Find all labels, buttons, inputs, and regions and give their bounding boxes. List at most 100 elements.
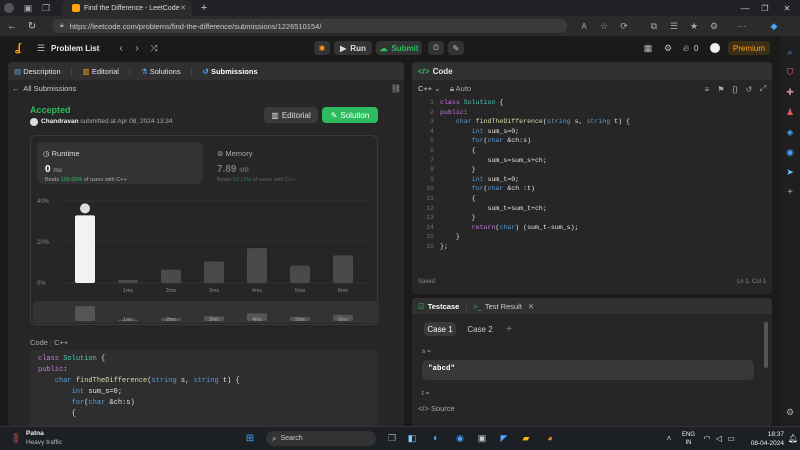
case-2-tab[interactable]: Case 2 <box>464 322 496 336</box>
teams-icon[interactable]: ◧ <box>406 432 418 444</box>
tab-test-result[interactable]: Test Result <box>485 302 522 311</box>
tools-icon[interactable]: ✚ <box>784 86 796 98</box>
tab-editorial[interactable]: ▥ Editorial <box>83 67 119 76</box>
edge-icon[interactable]: ◐ <box>430 432 442 444</box>
all-submissions-link[interactable]: ← All Submissions <box>12 84 76 93</box>
refresh-page-icon[interactable]: ⟳ <box>618 20 630 32</box>
submit-button[interactable]: ☁ Submit <box>376 41 422 55</box>
sidebar-settings-icon[interactable]: ⚙ <box>784 406 796 418</box>
chrome-icon[interactable]: ◕ <box>544 432 556 444</box>
tab-actions-icon[interactable]: ❐ <box>40 2 52 14</box>
tab-solutions-label: Solutions <box>149 66 181 76</box>
code-preview[interactable]: class Solution {public: char findTheDiff… <box>30 350 378 426</box>
tab-testcase[interactable]: Testcase <box>428 302 460 311</box>
collections-icon[interactable]: ☰ <box>668 20 680 32</box>
notification-bell-icon[interactable]: 🔔︎ <box>788 433 798 443</box>
next-problem-icon[interactable]: › <box>132 42 142 54</box>
tray-chevron-up-icon[interactable]: ˄ <box>664 433 674 443</box>
maximize-icon[interactable]: ❐ <box>758 2 772 14</box>
reset-icon[interactable]: ↺ <box>744 84 754 94</box>
user-avatar[interactable] <box>710 43 720 53</box>
shopping-icon[interactable]: ⛉ <box>784 66 796 78</box>
task-view-icon[interactable]: ❐ <box>386 432 398 444</box>
format-icon[interactable]: ≡ <box>702 84 712 94</box>
user-avatar-small <box>30 118 38 126</box>
tab-description[interactable]: ▤ Description <box>14 67 61 76</box>
new-tab-button[interactable]: + <box>198 1 210 15</box>
favorite-icon[interactable]: ☆ <box>598 20 610 32</box>
leetcode-logo-icon[interactable]: ʆ <box>12 42 24 54</box>
code-line: } <box>440 166 476 174</box>
favorites-bar-icon[interactable]: ★ <box>688 20 700 32</box>
problem-list-link[interactable]: Problem List <box>51 44 99 53</box>
split-screen-icon[interactable]: ⧉ <box>648 20 660 32</box>
wifi-icon[interactable]: ◠ <box>702 433 712 443</box>
tab-submissions[interactable]: ↺ Submissions <box>203 67 258 76</box>
source-link[interactable]: </> Source <box>418 404 455 413</box>
solution-button[interactable]: ✎ Solution <box>322 107 378 123</box>
outlook-taskbar-icon[interactable]: ◉ <box>454 432 466 444</box>
auto-mode[interactable]: 🔒︎ Auto <box>450 84 471 94</box>
prev-problem-icon[interactable]: ‹ <box>116 42 126 54</box>
office-icon[interactable]: ◈ <box>784 126 796 138</box>
expand-icon[interactable]: ⤢ <box>758 84 768 94</box>
search-sidebar-icon[interactable]: ⌕ <box>784 46 796 58</box>
minimize-icon[interactable]: — <box>738 2 752 14</box>
profile-avatar[interactable] <box>4 3 14 13</box>
notes-icon[interactable]: ✎ <box>448 41 464 55</box>
settings-icon[interactable]: ⚙ <box>662 42 674 54</box>
volume-icon[interactable]: ◁ <box>714 433 724 443</box>
case-1-tab[interactable]: Case 1 <box>424 322 456 336</box>
streak-icon[interactable]: 🔥︎ <box>680 42 692 54</box>
runtime-label-row: ◷ Runtime <box>43 149 80 158</box>
braces-icon[interactable]: {} <box>730 84 740 94</box>
bookmark-icon[interactable]: ⚑ <box>716 84 726 94</box>
file-explorer-icon[interactable]: ▰ <box>520 432 532 444</box>
shuffle-icon[interactable]: ⤨ <box>148 42 160 54</box>
browser-tab-active[interactable]: Find the Difference - LeetCode ✕ <box>62 0 192 16</box>
back-icon[interactable]: ← <box>6 20 18 32</box>
traffic-icon[interactable]: 🚦︎ <box>10 432 22 444</box>
description-icon: ▤ <box>14 66 22 76</box>
scrollbar[interactable] <box>764 322 768 368</box>
username[interactable]: Chandravan <box>41 118 79 125</box>
refresh-icon[interactable]: ↻ <box>26 20 38 32</box>
x-tick-label: 2ms <box>166 288 177 294</box>
vscode-icon[interactable]: ◤ <box>498 432 510 444</box>
url-field[interactable]: 🔒︎ https://leetcode.com/problems/find-th… <box>52 19 567 33</box>
lang-select[interactable]: C++ ⌄ <box>418 84 441 93</box>
browser-menu-icon[interactable]: ⋯ <box>736 20 748 32</box>
add-case-button[interactable]: + <box>502 322 516 336</box>
memory-label-row[interactable]: ⊚ Memory <box>217 149 252 158</box>
premium-button[interactable]: Premium <box>728 41 770 55</box>
games-icon[interactable]: ♟ <box>784 106 796 118</box>
read-aloud-icon[interactable]: A <box>578 20 590 32</box>
battery-icon[interactable]: ▭ <box>726 433 736 443</box>
taskbar-search[interactable]: ⌕ Search <box>266 431 376 446</box>
store-icon[interactable]: ▣ <box>476 432 488 444</box>
windows-start-icon[interactable]: ⊞ <box>244 432 256 444</box>
close-window-icon[interactable]: ✕ <box>780 2 794 14</box>
add-sidebar-icon[interactable]: + <box>784 186 796 198</box>
copilot-icon[interactable]: ◆ <box>768 20 780 32</box>
send-icon[interactable]: ➤ <box>784 166 796 178</box>
outlook-icon[interactable]: ◉ <box>784 146 796 158</box>
editorial-button[interactable]: ▥ Editorial <box>264 107 318 123</box>
code-editor[interactable]: 1 2 3 4 5 6 7 8 9 10 11 12 13 14 15 16 class Solution {… <box>412 98 772 268</box>
run-button[interactable]: ▶ Run <box>334 41 372 55</box>
weather-city[interactable]: Patna <box>26 430 44 437</box>
runtime-box[interactable]: ◷ Runtime 0 ms Beats 100.00% of users wi… <box>37 142 203 184</box>
workspaces-icon[interactable]: ▣ <box>22 2 34 14</box>
link-icon[interactable]: ⛓ <box>391 84 401 93</box>
language-indicator[interactable]: ENG IN <box>682 431 695 447</box>
tab-solutions[interactable]: ⚗ Solutions <box>141 67 181 76</box>
clock[interactable]: 18:37 08-04-2024 <box>744 430 784 448</box>
s-input[interactable]: "abcd" <box>422 360 754 380</box>
close-tab-icon[interactable]: ✕ <box>180 4 186 12</box>
close-icon[interactable]: ✕ <box>528 302 534 311</box>
extensions-icon[interactable]: ⚙ <box>708 20 720 32</box>
layout-icon[interactable]: ▦ <box>642 42 654 54</box>
code-line: { <box>440 194 476 202</box>
timer-icon[interactable]: ⏲ <box>428 41 444 55</box>
debug-icon[interactable]: ✱ <box>314 41 330 55</box>
